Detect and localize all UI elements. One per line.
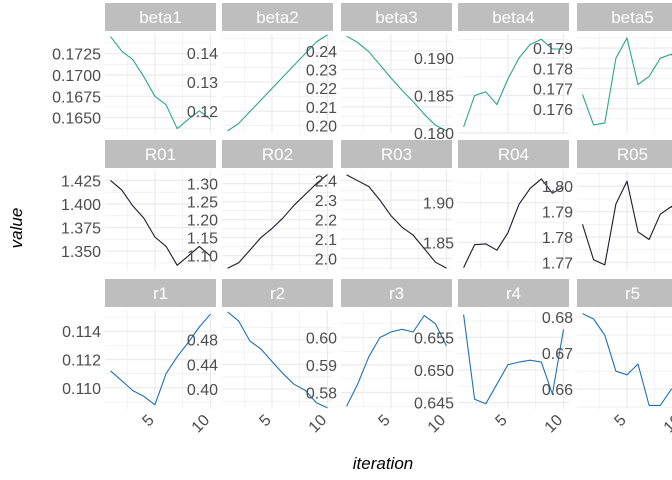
x-tick-label: 5 bbox=[375, 412, 393, 430]
y-tick-label: 0.13 bbox=[187, 75, 218, 92]
x-axis-title: iteration bbox=[353, 454, 413, 473]
facet-strip-label: r2 bbox=[270, 284, 285, 303]
y-tick-label: 1.77 bbox=[542, 255, 573, 272]
y-tick-label: 0.48 bbox=[187, 333, 218, 350]
y-tick-label: 0.20 bbox=[306, 119, 337, 136]
x-tick-label: 10 bbox=[306, 412, 331, 437]
y-tick-label: 1.425 bbox=[61, 173, 101, 190]
y-tick-label: 1.78 bbox=[542, 230, 573, 247]
facet-strip-label: r4 bbox=[506, 284, 521, 303]
facet-strip-label: beta1 bbox=[139, 8, 182, 27]
y-tick-label: 1.90 bbox=[423, 196, 454, 213]
y-tick-label: 0.60 bbox=[306, 331, 337, 348]
facet-strip-label: R04 bbox=[498, 145, 529, 164]
y-tick-label: 0.1650 bbox=[52, 111, 101, 128]
y-axis-title: value bbox=[7, 208, 26, 249]
y-tick-label: 0.185 bbox=[414, 89, 454, 106]
y-tick-label: 0.1725 bbox=[52, 47, 101, 64]
faceted-line-chart: beta1 0.1650 0.1675 0.1700 0.1725 beta2 0.12 0.… bbox=[7, 3, 672, 473]
y-tick-label: 0.67 bbox=[542, 346, 573, 363]
y-tick-label: 1.80 bbox=[542, 179, 573, 196]
y-tick-label: 0.24 bbox=[306, 44, 337, 61]
y-tick-label: 0.110 bbox=[62, 381, 101, 398]
facet-strip-label: R03 bbox=[381, 145, 412, 164]
facet-strip-label: R05 bbox=[617, 145, 648, 164]
y-tick-label: 0.177 bbox=[533, 82, 573, 99]
y-tick-label: 1.10 bbox=[187, 249, 218, 266]
facet-strip-label: beta3 bbox=[375, 8, 418, 27]
y-tick-label: 1.375 bbox=[61, 221, 101, 238]
y-tick-label: 1.25 bbox=[187, 195, 218, 212]
y-tick-label: 1.15 bbox=[187, 231, 218, 248]
y-tick-label: 1.79 bbox=[542, 205, 573, 222]
y-tick-label: 0.650 bbox=[414, 363, 454, 380]
y-tick-label: 0.12 bbox=[187, 104, 218, 121]
y-tick-label: 0.112 bbox=[62, 353, 101, 370]
y-tick-label: 0.66 bbox=[542, 382, 573, 399]
y-tick-label: 0.68 bbox=[542, 310, 573, 327]
y-tick-label: 2.2 bbox=[315, 213, 337, 230]
y-tick-label: 2.3 bbox=[315, 193, 337, 210]
y-tick-label: 1.85 bbox=[423, 235, 454, 252]
x-tick-label: 5 bbox=[139, 412, 157, 430]
x-tick-label: 5 bbox=[256, 412, 274, 430]
x-tick-label: 10 bbox=[189, 412, 214, 437]
y-tick-label: 0.176 bbox=[533, 102, 573, 119]
facet-strip-label: beta5 bbox=[611, 8, 654, 27]
y-tick-label: 0.190 bbox=[414, 51, 454, 68]
y-tick-label: 0.22 bbox=[306, 81, 337, 98]
facet-strip-label: r1 bbox=[153, 284, 168, 303]
facet-strip-label: beta2 bbox=[256, 8, 299, 27]
y-tick-label: 0.1700 bbox=[52, 68, 101, 85]
y-tick-label: 0.23 bbox=[306, 62, 337, 79]
facet-strip-label: R02 bbox=[262, 145, 293, 164]
series-line bbox=[346, 174, 447, 269]
facet-strip-label: beta4 bbox=[492, 8, 535, 27]
y-tick-label: 0.114 bbox=[62, 324, 101, 341]
x-tick-label: 10 bbox=[425, 412, 450, 437]
y-tick-label: 1.400 bbox=[61, 197, 101, 214]
y-tick-label: 1.20 bbox=[187, 213, 218, 230]
facet-strip-label: R01 bbox=[145, 145, 176, 164]
y-tick-label: 0.21 bbox=[306, 100, 337, 117]
facet-panels: beta1 0.1650 0.1675 0.1700 0.1725 beta2 0.12 0.… bbox=[52, 3, 672, 436]
series-line bbox=[227, 174, 328, 269]
y-tick-label: 0.645 bbox=[414, 395, 454, 412]
y-tick-label: 0.44 bbox=[187, 357, 218, 374]
y-tick-label: 2.4 bbox=[315, 174, 337, 191]
y-tick-label: 0.14 bbox=[187, 46, 218, 63]
y-tick-label: 0.179 bbox=[533, 41, 573, 58]
y-tick-label: 0.1675 bbox=[52, 89, 101, 106]
y-tick-label: 0.655 bbox=[414, 330, 454, 347]
x-tick-label: 10 bbox=[661, 412, 672, 437]
y-tick-label: 0.58 bbox=[306, 386, 337, 403]
x-tick-label: 5 bbox=[492, 412, 510, 430]
x-tick-label: 5 bbox=[611, 412, 629, 430]
y-tick-label: 2.1 bbox=[315, 232, 337, 249]
y-tick-label: 0.40 bbox=[187, 382, 218, 399]
y-tick-label: 2.0 bbox=[315, 251, 337, 268]
facet-strip-label: r3 bbox=[389, 284, 404, 303]
y-tick-label: 0.59 bbox=[306, 358, 337, 375]
y-tick-label: 1.30 bbox=[187, 177, 218, 194]
facet-strip-label: r5 bbox=[625, 284, 640, 303]
y-tick-label: 1.350 bbox=[61, 244, 101, 261]
x-tick-label: 10 bbox=[542, 412, 567, 437]
y-tick-label: 0.178 bbox=[533, 61, 573, 78]
